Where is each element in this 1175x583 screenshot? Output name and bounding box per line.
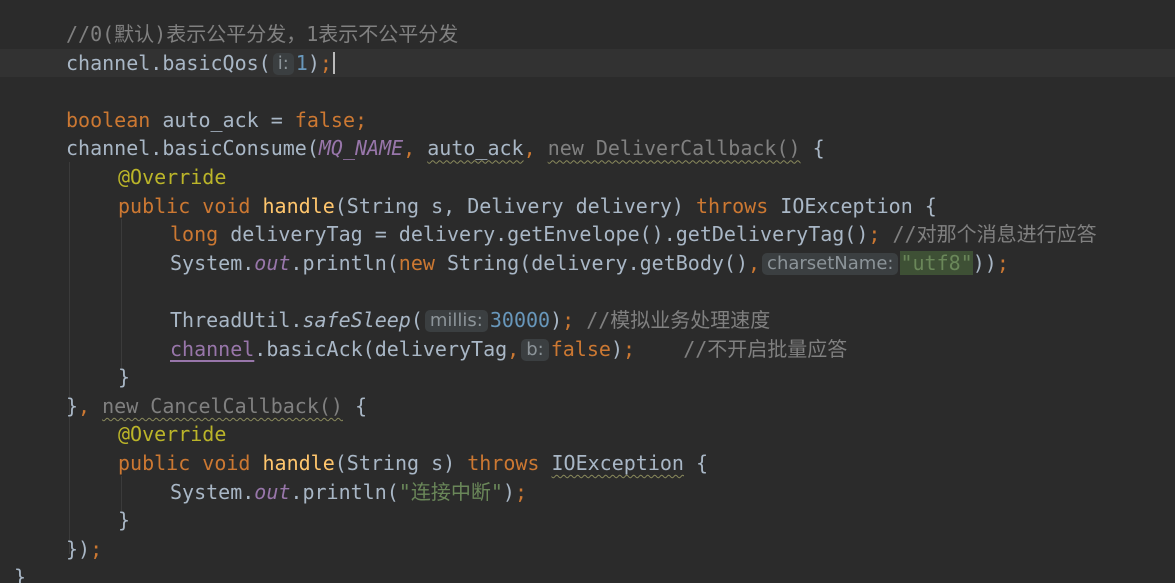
code-line[interactable]: channel.basicQos(i: 1); <box>0 48 1175 77</box>
code-line[interactable]: boolean auto_ack = false; <box>0 106 1175 134</box>
code-line[interactable]: public void handle(String s) throws IOEx… <box>0 449 1175 477</box>
code-token-keyword: throws <box>467 451 552 475</box>
code-token-plain: ThreadUtil. <box>170 308 303 332</box>
code-token-keyword: new <box>398 250 447 275</box>
parameter-hint: millis: <box>424 310 488 332</box>
code-token-plain: String(delivery.getBody() <box>446 250 748 275</box>
code-token-plain: }) <box>66 536 91 561</box>
code-line[interactable]: @Override <box>0 420 1175 448</box>
code-token-plain: } <box>118 365 131 390</box>
code-token-keyword: long <box>170 222 231 247</box>
code-token-plain: { <box>800 136 825 161</box>
code-token-keyword: throws <box>695 193 781 218</box>
code-token-keyword: ; <box>996 250 1009 275</box>
code-token-constant: out <box>254 250 291 275</box>
code-token-string: "连接中断" <box>398 479 503 504</box>
code-token-method: handle <box>262 193 335 218</box>
code-token-keyword: public void <box>118 451 263 475</box>
code-token-keyword: , <box>507 336 520 361</box>
code-token-plain: ) <box>610 336 623 361</box>
code-token-comment: //模拟业务处理速度 <box>586 308 771 332</box>
code-token-keyword: ; <box>90 536 103 561</box>
code-token-keyword: ; <box>562 308 587 332</box>
code-token-plain: channel.basicConsume( <box>66 136 319 161</box>
code-token-plain: IOException { <box>780 193 937 218</box>
code-line[interactable]: //0(默认)表示公平分发，1表示不公平分发 <box>0 20 1175 48</box>
code-token-plain: { <box>683 451 709 475</box>
code-token-keyword: public void <box>118 193 263 218</box>
code-line[interactable] <box>0 77 1175 105</box>
code-token-plain: )) <box>972 250 997 275</box>
code-token-plain: ) <box>307 50 320 75</box>
code-token-keyword: ; <box>355 107 368 132</box>
code-token-plain: } <box>14 565 27 583</box>
code-token-plain: } <box>66 393 79 418</box>
code-token-plain: System. <box>170 250 255 275</box>
code-token-plain: } <box>118 508 131 533</box>
code-token-number: 1 <box>295 50 308 75</box>
code-line[interactable]: ThreadUtil.safeSleep(millis: 30000); //模拟… <box>0 306 1175 334</box>
parameter-hint: i: <box>272 52 294 75</box>
code-token-string: "utf8" <box>900 250 973 275</box>
code-token-plain: auto_ack = <box>150 107 295 132</box>
code-line[interactable]: System.out.println(new String(delivery.g… <box>0 249 1175 277</box>
code-token-annotation: @Override <box>118 165 227 189</box>
code-token-plain: .println( <box>290 479 399 504</box>
code-token-plain: System. <box>170 479 255 504</box>
code-line[interactable]: } <box>0 506 1175 534</box>
code-token-plain: channel.basicQos( <box>66 50 271 75</box>
code-token-comment: //不开启批量应答 <box>683 336 848 361</box>
code-editor[interactable]: //0(默认)表示公平分发，1表示不公平分发 channel.basicQos(i… <box>0 0 1175 583</box>
code-token-plain: ( <box>410 308 423 332</box>
code-line[interactable]: @Override <box>0 163 1175 191</box>
code-token-keyword: boolean <box>66 107 151 132</box>
code-token-keyword: , <box>748 250 761 275</box>
code-token-plain: safeSleep <box>302 308 411 332</box>
code-token-plain: .println( <box>290 250 399 275</box>
code-token-constant: MQ_NAME <box>318 136 404 161</box>
code-line[interactable]: } <box>0 363 1175 391</box>
code-line[interactable]: long deliveryTag = delivery.getEnvelope(… <box>0 220 1175 248</box>
code-token-plain: auto_ack <box>427 136 524 161</box>
code-token-method: handle <box>262 451 335 475</box>
code-token-annotation: @Override <box>118 422 227 447</box>
code-token-keyword: ; <box>514 479 527 504</box>
code-token-keyword: ; <box>319 50 332 75</box>
code-token-comment: //对那个消息进行应答 <box>892 222 1097 247</box>
code-token-plain: (String s, Delivery delivery) <box>334 193 696 218</box>
code-token-plain: deliveryTag = delivery.getEnvelope().get… <box>230 222 869 247</box>
code-token-plain: { <box>342 393 368 418</box>
code-line[interactable]: }, new CancelCallback() { <box>0 392 1175 420</box>
parameter-hint: b: <box>521 338 549 361</box>
code-line[interactable] <box>0 277 1175 305</box>
code-token-comment: new DeliverCallback() <box>547 136 801 161</box>
code-token-plain: IOException <box>551 451 684 475</box>
code-token-keyword: , <box>403 136 428 161</box>
code-token-keyword: ; <box>868 222 893 247</box>
code-token-plain: ) <box>502 479 515 504</box>
code-token-constant: channel <box>170 336 255 361</box>
code-token-comment: //0(默认)表示公平分发，1表示不公平分发 <box>66 22 459 46</box>
code-token-keyword: false <box>294 107 356 132</box>
code-line[interactable]: channel.basicAck(deliveryTag, b: false); /… <box>0 335 1175 363</box>
code-line[interactable]: } <box>0 563 1175 583</box>
code-token-number: 30000 <box>489 308 551 332</box>
code-token-plain: .basicAck(deliveryTag <box>254 336 508 361</box>
code-token-keyword: , <box>78 393 103 418</box>
code-line[interactable]: channel.basicConsume(MQ_NAME, auto_ack, … <box>0 134 1175 162</box>
code-token-plain: (String s) <box>334 451 468 475</box>
code-token-comment: new CancelCallback() <box>102 393 343 418</box>
code-token-plain: ) <box>550 308 563 332</box>
parameter-hint: charsetName: <box>762 252 899 275</box>
code-line[interactable]: System.out.println("连接中断"); <box>0 478 1175 506</box>
code-line[interactable]: public void handle(String s, Delivery de… <box>0 192 1175 220</box>
code-line[interactable]: }); <box>0 535 1175 563</box>
code-token-constant: out <box>254 479 291 504</box>
code-token-keyword: false <box>550 336 611 361</box>
code-token-keyword: ; <box>622 336 684 361</box>
text-caret <box>332 51 335 74</box>
code-token-keyword: , <box>523 136 548 161</box>
